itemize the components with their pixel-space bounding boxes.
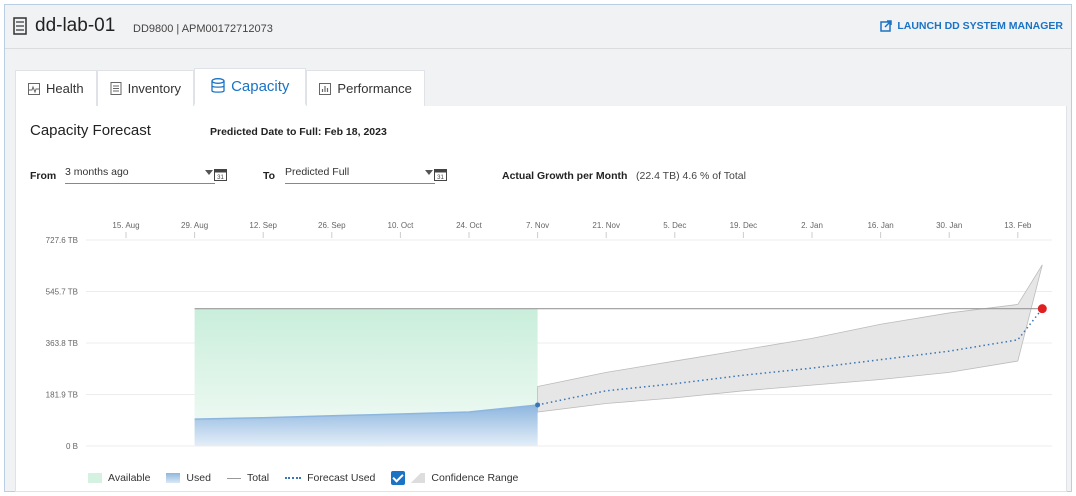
- capacity-chart: 727.6 TB 545.7 TB 363.8 TB 181.9 TB 0 B 15. A…: [46, 221, 1052, 451]
- section-title: Capacity Forecast: [30, 122, 151, 139]
- legend-label: Used: [186, 472, 211, 484]
- legend-available[interactable]: Available: [88, 472, 150, 484]
- x-tick-label: 29. Aug: [181, 221, 208, 230]
- x-tick-label: 24. Oct: [456, 221, 483, 230]
- bar-chart-icon: [319, 82, 332, 95]
- predicted-date: Predicted Date to Full: Feb 18, 2023: [210, 126, 387, 138]
- system-info: DD9800 | APM00172712073: [133, 23, 273, 35]
- tab-label: Capacity: [231, 77, 290, 95]
- x-tick-label: 2. Jan: [801, 221, 823, 230]
- chevron-down-icon: [425, 170, 433, 175]
- x-tick-label: 7. Nov: [526, 221, 549, 230]
- legend-forecast-used[interactable]: Forecast Used: [285, 472, 375, 484]
- legend-label: Forecast Used: [307, 472, 376, 484]
- svg-text:31: 31: [217, 175, 224, 181]
- x-tick-label: 21. Nov: [592, 221, 620, 230]
- calendar-icon[interactable]: 31: [434, 168, 447, 181]
- launch-label: LAUNCH DD SYSTEM MANAGER: [897, 20, 1063, 32]
- legend-label: Total: [246, 472, 270, 484]
- svg-text:31: 31: [437, 175, 444, 181]
- x-tick-label: 16. Jan: [867, 221, 893, 230]
- tab-label: Health: [46, 81, 84, 96]
- app-frame: dd-lab-01 DD9800 | APM00172712073 LAUNCH…: [4, 4, 1072, 492]
- launch-system-manager-link[interactable]: LAUNCH DD SYSTEM MANAGER: [880, 20, 1063, 32]
- y-tick-label: 181.9 TB: [46, 391, 78, 400]
- chevron-down-icon: [205, 170, 213, 175]
- tab-inventory[interactable]: Inventory: [96, 70, 195, 106]
- available-swatch: [88, 473, 102, 483]
- from-select[interactable]: 3 months ago: [65, 166, 215, 184]
- list-icon: [110, 82, 122, 95]
- tab-label: Performance: [337, 81, 412, 96]
- header: dd-lab-01 DD9800 | APM00172712073 LAUNCH…: [5, 5, 1071, 49]
- server-icon: [13, 17, 27, 35]
- system-title: dd-lab-01: [35, 15, 116, 36]
- pulse-icon: [28, 82, 40, 95]
- tab-bar: Health Inventory Capacity Performance: [15, 68, 425, 106]
- to-select[interactable]: Predicted Full: [285, 166, 435, 184]
- y-tick-label: 0 B: [66, 442, 78, 451]
- legend-confidence-range[interactable]: Confidence Range: [391, 471, 518, 485]
- used-end-point: [535, 402, 541, 408]
- x-tick-label: 10. Oct: [388, 221, 415, 230]
- used-swatch: [166, 473, 181, 483]
- to-label: To: [263, 170, 276, 182]
- growth-label: Actual Growth per Month: [502, 170, 628, 182]
- legend-total[interactable]: Total: [226, 472, 270, 484]
- forecast-swatch: [285, 477, 302, 479]
- confidence-checkbox[interactable]: [391, 471, 406, 485]
- x-tick-label: 30. Jan: [936, 221, 962, 230]
- y-tick-label: 545.7 TB: [46, 288, 78, 297]
- x-tick-label: 15. Aug: [112, 221, 139, 230]
- y-tick-label: 727.6 TB: [46, 236, 78, 245]
- from-label: From: [30, 170, 57, 182]
- growth-value: (22.4 TB) 4.6 % of Total: [636, 170, 746, 182]
- database-icon: [211, 78, 225, 93]
- total-swatch: [226, 477, 241, 479]
- confidence-swatch: [411, 473, 426, 483]
- tab-performance[interactable]: Performance: [306, 70, 425, 106]
- x-tick-label: 12. Sep: [249, 221, 277, 230]
- tab-label: Inventory: [127, 81, 182, 96]
- chart-legend: Available Used Total Forecast Used Confi…: [88, 471, 534, 485]
- legend-used[interactable]: Used: [166, 472, 211, 484]
- external-link-icon: [880, 20, 893, 32]
- tab-capacity[interactable]: Capacity: [194, 68, 307, 106]
- to-value: Predicted Full: [285, 166, 350, 178]
- from-value: 3 months ago: [65, 166, 129, 178]
- x-tick-label: 26. Sep: [318, 221, 346, 230]
- y-tick-label: 363.8 TB: [46, 339, 78, 348]
- tab-health[interactable]: Health: [15, 70, 97, 106]
- capacity-panel: Capacity Forecast Predicted Date to Full…: [15, 106, 1067, 492]
- x-tick-label: 13. Feb: [1004, 221, 1032, 230]
- legend-label: Available: [108, 472, 151, 484]
- legend-label: Confidence Range: [431, 472, 519, 484]
- x-tick-label: 19. Dec: [730, 221, 758, 230]
- predicted-full-marker: [1037, 304, 1047, 314]
- calendar-icon[interactable]: 31: [214, 168, 227, 181]
- x-tick-label: 5. Dec: [663, 221, 686, 230]
